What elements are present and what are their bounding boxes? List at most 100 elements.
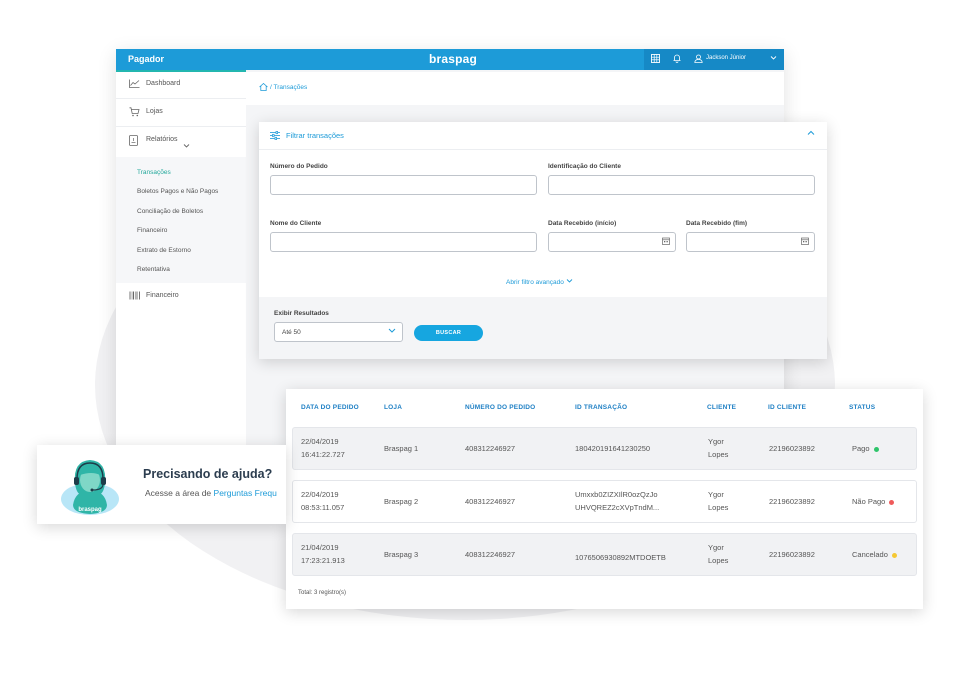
filter-panel: Filtrar transações Número do Pedido Iden… [259,122,827,359]
results-select[interactable]: Até 50 [274,322,403,342]
transactions-table: DATA DO PEDIDO LOJA NÚMERO DO PEDIDO ID … [286,389,923,609]
client-name-label: Nome do Cliente [270,220,322,227]
date-start-label: Data Recebido (início) [548,220,617,227]
table-header[interactable]: CLIENTE [707,404,736,411]
client-id: 22196023892 [769,550,815,559]
status-dot [891,552,897,558]
table-row[interactable]: 22/04/2019 08:53:11.057 Braspag 2 4083122… [292,480,917,523]
sidebar-item-lojas[interactable]: Lojas [116,100,246,127]
store: Braspag 2 [384,497,419,506]
order-date: 22/04/2019 08:53:11.057 [301,490,345,512]
user-icon[interactable] [694,54,703,65]
table-header[interactable]: ID CLIENTE [768,404,806,411]
client-name-input[interactable] [270,232,537,252]
sidebar-item-label: Relatórios [146,136,178,143]
top-bar: Pagador braspag Jackson Júnior [116,49,784,72]
table-total: Total: 3 registro(s) [298,590,347,596]
help-title: Precisando de ajuda? [143,467,273,481]
chevron-down-icon[interactable] [770,53,777,63]
advanced-filter-link[interactable]: Abrir filtro avançado [506,278,573,286]
date-end-label: Data Recebido (fim) [686,220,748,227]
app-brand: Pagador [128,54,165,64]
submenu-financeiro[interactable]: Financeiro [137,227,167,234]
breadcrumb: / Transações [246,72,784,105]
submenu-extrato-estorno[interactable]: Extrato de Estorno [137,247,191,254]
sidebar-item-label: Financeiro [146,292,179,299]
table-header[interactable]: STATUS [849,404,875,411]
breadcrumb-current[interactable]: / Transações [270,84,307,91]
client-id-input[interactable] [548,175,815,195]
calendar-icon[interactable] [801,237,809,247]
submenu-transacoes[interactable]: Transações [137,169,171,176]
report-icon [129,135,138,149]
status-dot [889,499,895,505]
bell-icon[interactable] [673,54,681,65]
chevron-down-icon [566,279,572,283]
transaction-id: Umxxb0ZIZXIlR0ozQzJo UHVQREZ2cXVpTndM... [575,490,660,512]
table-header[interactable]: ID TRANSAÇÃO [575,404,627,411]
submenu-retentativa[interactable]: Retentativa [137,266,170,273]
table-header[interactable]: DATA DO PEDIDO [301,404,359,411]
order-date: 22/04/2019 16:41:22.727 [301,437,345,459]
status-dot [873,446,879,452]
sidebar-item-label: Dashboard [146,80,181,87]
sidebar-item-financeiro[interactable]: Financeiro [116,284,246,311]
order-number: 408312246927 [465,444,516,453]
sidebar-item-dashboard[interactable]: Dashboard [116,72,246,99]
table-header[interactable]: NÚMERO DO PEDIDO [465,404,535,411]
order-date: 21/04/2019 17:23:21.913 [301,543,345,565]
store: Braspag 1 [384,444,419,453]
client-id: 22196023892 [769,497,815,506]
help-card[interactable]: braspag Precisando de ajuda? Acesse a ár… [37,445,286,524]
results-select-value: Até 50 [282,329,301,336]
order-number: 408312246927 [465,550,516,559]
client: Ygor Lopes [708,437,729,459]
results-bar: Exibir Resultados Até 50 BUSCAR [259,297,827,359]
grid-icon[interactable] [651,54,660,65]
table-header[interactable]: LOJA [384,404,402,411]
avatar-logo-text: braspag [78,507,102,513]
client: Ygor Lopes [708,490,729,512]
home-icon[interactable] [259,82,268,93]
transaction-id: 1076506930892MTDOETB [575,553,666,562]
chevron-down-icon [183,136,190,154]
calendar-icon[interactable] [662,237,670,247]
chevron-up-icon[interactable] [807,129,815,139]
sidebar-item-label: Lojas [146,108,163,115]
cart-icon [129,107,140,120]
results-label: Exibir Resultados [274,310,329,317]
braspag-logo: braspag [429,52,478,66]
status-badge: Não Pago [852,495,895,508]
order-number-label: Número do Pedido [270,163,328,170]
sliders-icon [270,130,280,142]
table-row[interactable]: 22/04/2019 16:41:22.727 Braspag 1 4083122… [292,427,917,470]
order-number: 408312246927 [465,497,516,506]
divider [259,149,827,150]
sidebar-item-relatorios[interactable]: Relatórios [116,128,246,155]
submenu-boletos[interactable]: Boletos Pagos e Não Pagos [137,188,218,195]
date-start-input[interactable] [548,232,676,252]
transaction-id: 180420191641230250 [575,444,651,453]
filter-title[interactable]: Filtrar transações [286,131,344,140]
barcode-icon [129,291,141,303]
help-text: Acesse a área de Perguntas Frequ [145,488,277,498]
chevron-down-icon [388,326,396,336]
client: Ygor Lopes [708,543,729,565]
client-id-label: Identificação do Cliente [548,163,621,170]
table-row[interactable]: 21/04/2019 17:23:21.913 Braspag 3 4083122… [292,533,917,576]
top-bar-actions: Jackson Júnior [644,49,784,70]
submenu-conciliacao[interactable]: Conciliação de Boletos [137,208,203,215]
support-agent-avatar: braspag [61,460,119,515]
client-id: 22196023892 [769,444,815,453]
user-name[interactable]: Jackson Júnior [706,55,746,61]
advanced-filter-label: Abrir filtro avançado [506,279,564,286]
chart-icon [129,79,140,91]
order-number-input[interactable] [270,175,537,195]
sidebar: Dashboard Lojas Relatórios Transações Bo… [116,72,246,449]
store: Braspag 3 [384,550,419,559]
faq-link[interactable]: Perguntas Frequ [214,488,277,498]
date-end-input[interactable] [686,232,815,252]
sidebar-submenu: Transações Boletos Pagos e Não Pagos Con… [116,157,246,283]
status-badge: Pago [852,442,879,455]
search-button[interactable]: BUSCAR [414,325,483,341]
